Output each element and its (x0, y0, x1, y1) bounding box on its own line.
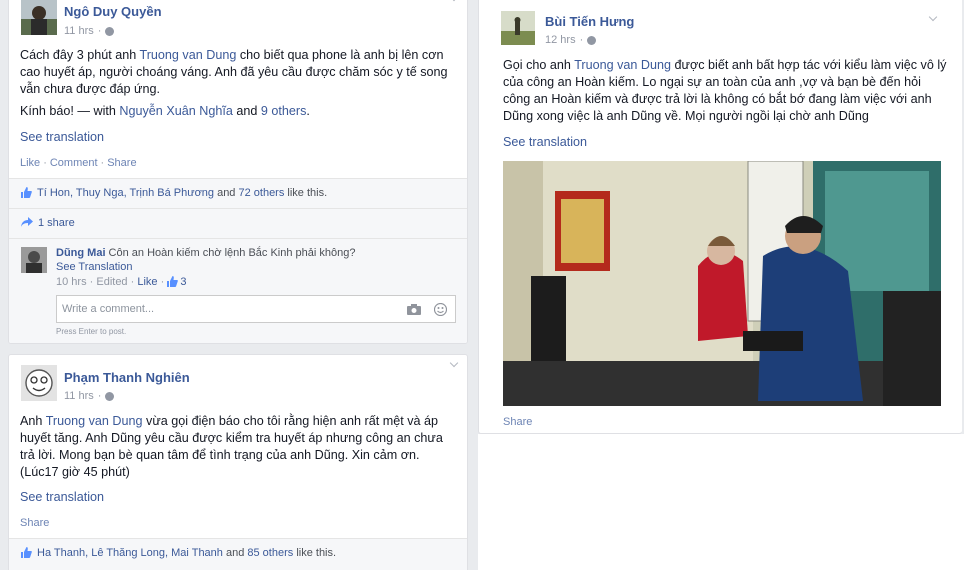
author-name[interactable]: Bùi Tiến Hưng (545, 14, 634, 29)
author-name[interactable]: Phạm Thanh Nghiên (64, 370, 190, 385)
see-translation-link[interactable]: See translation (503, 135, 587, 149)
comment-input[interactable]: Write a comment... (56, 295, 456, 323)
shares-bar: 1 share (9, 208, 467, 238)
likes-bar: Tí Hon, Thuy Nga, Trịnh Bá Phương and 72… (9, 178, 467, 208)
post-text: Anh Truong van Dung vừa gọi điện báo cho… (20, 414, 443, 479)
commenter-avatar[interactable] (21, 247, 47, 273)
author-avatar[interactable] (501, 11, 535, 45)
like-icon (167, 276, 179, 287)
post-text: Gọi cho anh Truong van Dung được biết an… (503, 58, 947, 123)
empty-area (478, 434, 964, 570)
globe-icon[interactable] (105, 26, 115, 36)
share-icon (21, 217, 33, 227)
post-time[interactable]: 11 hrs · (64, 25, 115, 37)
mention-link[interactable]: Truong van Dung (140, 48, 237, 62)
likes-bar: Ha Thanh, Lê Thăng Long, Mai Thanh and 8… (9, 538, 467, 570)
globe-icon[interactable] (105, 391, 115, 401)
share-button[interactable]: Share (20, 517, 49, 529)
comments-section: Dũng Mai Côn an Hoàn kiếm chờ lệnh Bắc K… (9, 238, 467, 343)
press-enter-hint: Press Enter to post. (56, 327, 127, 336)
post-card-2: Phạm Thanh Nghiên 11 hrs · Anh Truong va… (8, 354, 468, 570)
timestamp[interactable]: 12 hrs (545, 34, 576, 46)
chevron-down-icon[interactable] (449, 359, 459, 369)
see-translation-link[interactable]: See translation (20, 130, 104, 144)
post-card-1: Ngô Duy Quyền 11 hrs · Cách đây 3 phút a… (8, 0, 468, 344)
emoji-icon[interactable] (433, 302, 448, 319)
like-others-link[interactable]: 72 others (238, 187, 284, 199)
comment-like-count[interactable]: 3 (180, 276, 186, 288)
likers-link[interactable]: Tí Hon, Thuy Nga, Trịnh Bá Phương (37, 187, 214, 199)
post-card-3: Bùi Tiến Hưng 12 hrs · Gọi cho anh Truon… (478, 0, 962, 434)
comment-button[interactable]: Comment (50, 157, 98, 169)
tagged-others-link[interactable]: 9 others (261, 104, 307, 118)
mention-link[interactable]: Truong van Dung (574, 58, 671, 72)
like-others-link[interactable]: 85 others (247, 547, 293, 559)
post-tag-line: Kính báo! — with Nguyễn Xuân Nghĩa and 9… (20, 104, 310, 118)
globe-icon[interactable] (587, 35, 597, 45)
tagged-person-link[interactable]: Nguyễn Xuân Nghĩa (119, 104, 232, 118)
post-actions: Share (20, 517, 49, 529)
commenter-name[interactable]: Dũng Mai (56, 247, 106, 259)
post-time[interactable]: 12 hrs · (545, 34, 597, 46)
camera-icon[interactable] (407, 304, 421, 318)
comment-like-button[interactable]: Like (137, 276, 157, 288)
chevron-down-icon[interactable] (449, 0, 459, 3)
share-button[interactable]: Share (503, 416, 532, 428)
author-name[interactable]: Ngô Duy Quyền (64, 4, 162, 19)
like-icon (21, 187, 32, 198)
comment-body: Dũng Mai Côn an Hoàn kiếm chờ lệnh Bắc K… (56, 247, 356, 259)
post-actions: Share (503, 416, 532, 428)
post-photo[interactable] (503, 161, 941, 406)
timestamp[interactable]: 11 hrs (64, 25, 94, 37)
see-translation-link[interactable]: See translation (20, 490, 104, 504)
comment-placeholder: Write a comment... (62, 303, 155, 315)
comment-see-translation-link[interactable]: See Translation (56, 261, 132, 273)
post-actions: Like · Comment · Share (20, 157, 137, 169)
author-avatar[interactable] (21, 365, 57, 401)
post-text: Cách đây 3 phút anh Truong van Dung cho … (20, 48, 448, 96)
share-button[interactable]: Share (107, 157, 136, 169)
chevron-down-icon[interactable] (928, 13, 938, 23)
shares-link[interactable]: 1 share (38, 217, 75, 229)
timestamp[interactable]: 11 hrs (64, 390, 94, 402)
author-avatar[interactable] (21, 0, 57, 35)
mention-link[interactable]: Truong van Dung (46, 414, 143, 428)
likers-link[interactable]: Ha Thanh, Lê Thăng Long, Mai Thanh (37, 547, 223, 559)
like-button[interactable]: Like (20, 157, 40, 169)
post-time[interactable]: 11 hrs · (64, 390, 115, 402)
like-icon (21, 547, 32, 558)
comment-meta: 10 hrs · Edited · Like · 3 (56, 276, 187, 288)
